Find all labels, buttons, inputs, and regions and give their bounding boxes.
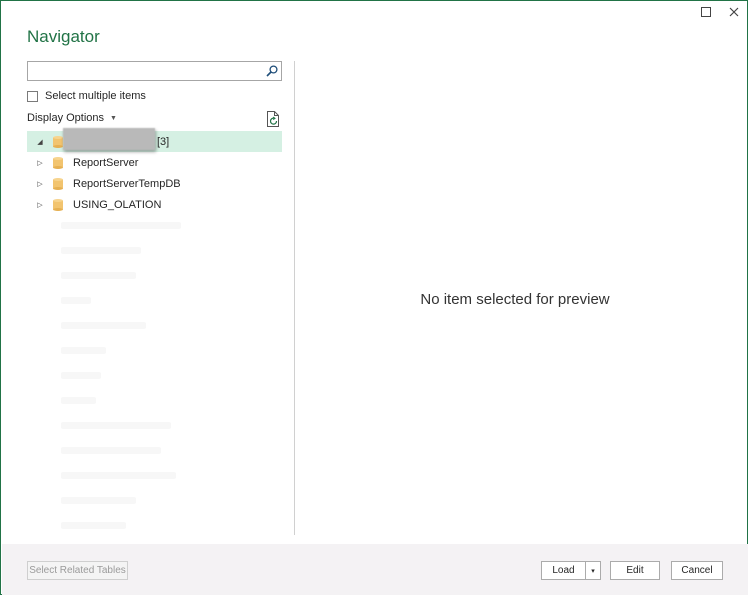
expand-icon[interactable]: ▷ [35,180,45,188]
load-button-group: Load ▾ [541,561,601,580]
chevron-down-icon: ▼ [110,114,117,122]
faded-row [61,472,176,491]
display-options-dropdown[interactable]: Display Options ▼ [27,112,117,124]
tree-item-label: ReportServer [73,156,139,169]
tree-item-label: USING_OLATION [73,198,162,211]
maximize-icon [701,7,711,17]
cancel-button[interactable]: Cancel [671,561,723,580]
database-icon [53,198,63,211]
faded-row [61,322,171,341]
close-icon [729,7,739,17]
faded-row [61,272,171,291]
faded-row [61,297,171,316]
tree-item-reportserver[interactable]: ▷ ReportServer [27,152,282,173]
select-multiple-checkbox[interactable] [27,90,38,102]
database-icon [53,156,63,169]
search-input[interactable] [28,62,263,80]
faded-row [61,372,171,391]
faded-row [61,497,171,516]
faded-tree-placeholder [61,216,181,593]
window-controls [699,5,741,19]
load-button[interactable]: Load [541,561,586,580]
preview-message: No item selected for preview [420,291,610,308]
select-related-tables-button[interactable]: Select Related Tables [27,561,128,580]
refresh-icon[interactable] [266,111,280,127]
faded-row [61,397,171,416]
tree-item-label: ReportServerTempDB [73,177,181,190]
load-options-chevron-down-icon[interactable]: ▾ [586,561,601,580]
redacted-server-name [63,128,155,150]
edit-button[interactable]: Edit [610,561,660,580]
faded-row [61,222,181,241]
select-multiple-row[interactable]: Select multiple items [27,90,146,102]
maximize-button[interactable] [699,5,713,19]
footer-bar: Select Related Tables Load ▾ Edit Cancel [2,544,748,595]
faded-row [61,447,171,466]
faded-row [61,522,171,541]
select-multiple-label: Select multiple items [45,90,146,102]
navigator-window: Navigator Select multiple items Display … [0,0,748,595]
tree-item-using-olation[interactable]: ▷ USING_OLATION [27,194,282,215]
navigator-tree: ◢ [3] ▷ ReportServer ▷ ReportServerTempD… [27,128,282,215]
tree-root-count: [3] [157,135,170,148]
search-icon[interactable] [263,62,281,80]
expand-icon[interactable]: ▷ [35,159,45,167]
database-icon [53,135,63,148]
display-options-label: Display Options [27,112,105,124]
search-box[interactable] [27,61,282,81]
tree-item-reportservertempdb[interactable]: ▷ ReportServerTempDB [27,173,282,194]
page-title: Navigator [27,27,100,46]
faded-row [61,422,171,441]
close-button[interactable] [727,5,741,19]
collapse-icon[interactable]: ◢ [35,138,45,146]
faded-row [61,247,171,266]
database-icon [53,177,63,190]
tree-root-server[interactable]: ◢ [3] [27,128,282,152]
faded-row [61,347,171,366]
expand-icon[interactable]: ▷ [35,201,45,209]
